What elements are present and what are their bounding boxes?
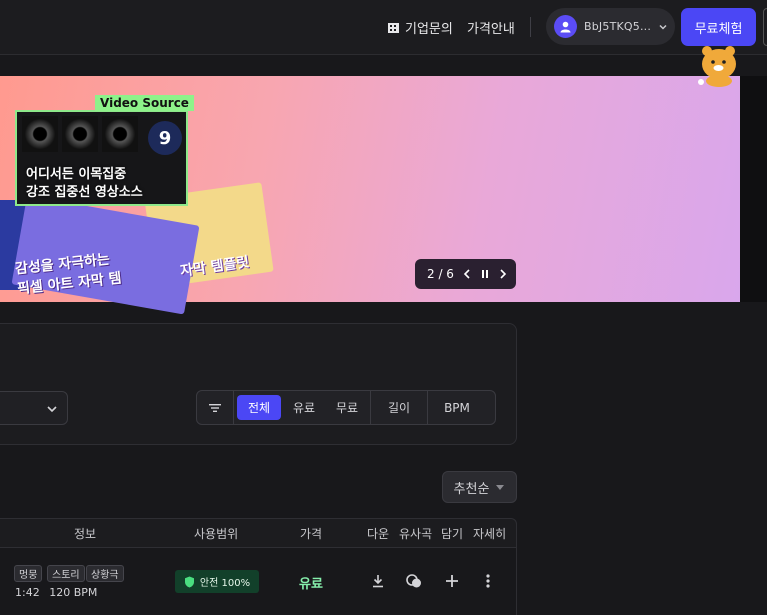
tag-chip[interactable]: 멍뭉 <box>14 565 43 582</box>
chevron-down-icon <box>659 24 667 30</box>
filter-icon <box>209 403 221 412</box>
download-button[interactable] <box>368 571 388 591</box>
more-vertical-icon <box>486 574 490 588</box>
column-header-save: 담기 <box>441 527 464 541</box>
more-details-button[interactable] <box>478 571 498 591</box>
download-icon <box>373 575 383 588</box>
pricing-link[interactable]: 가격안내 <box>467 18 515 37</box>
slide-counter: 2 / 6 <box>427 267 454 281</box>
user-menu-button[interactable]: BbJ5TKQ5... <box>546 8 675 45</box>
tab-paid[interactable]: 유료 <box>284 391 324 424</box>
chevron-down-icon <box>47 406 57 413</box>
price-label: 유료 <box>299 577 323 592</box>
mascot-character-icon <box>698 46 736 87</box>
segment-divider <box>233 391 234 424</box>
slide-controller: 2 / 6 <box>415 259 516 289</box>
video-source-title: 어디서든 이목집중 강조 집중선 영상소스 <box>26 166 143 202</box>
usage-safe-label: 안전 100% <box>199 578 251 589</box>
pause-icon[interactable] <box>480 268 490 280</box>
filter-settings-button[interactable] <box>197 391 233 424</box>
enterprise-inquiry-label: 기업문의 <box>405 22 453 37</box>
burst-thumb <box>102 116 138 152</box>
next-slide-icon[interactable] <box>498 268 508 280</box>
similar-tracks-button[interactable] <box>404 571 424 591</box>
burst-thumb <box>62 116 98 152</box>
burst-thumb <box>22 116 58 152</box>
video-title-line1: 어디서든 이목집중 <box>26 167 127 182</box>
track-meta: 1:42 120 BPM <box>15 586 97 599</box>
column-header-price: 가격 <box>300 527 323 541</box>
add-to-collection-button[interactable] <box>442 571 462 591</box>
shield-icon <box>184 576 194 587</box>
usage-safe-badge: 안전 100% <box>175 570 259 593</box>
filter-panel <box>0 323 517 445</box>
prev-slide-icon[interactable] <box>462 268 472 280</box>
tab-free[interactable]: 무료 <box>324 391 370 424</box>
user-avatar-icon <box>554 15 577 38</box>
category-select[interactable] <box>0 391 68 425</box>
tag-chip[interactable]: 상황극 <box>86 565 124 582</box>
column-header-info: 정보 <box>74 527 97 541</box>
column-header-download: 다운 <box>367 527 390 541</box>
header-divider <box>530 17 531 37</box>
overflow-edge <box>763 8 767 46</box>
tab-all[interactable]: 전체 <box>237 395 281 420</box>
sort-dropdown[interactable]: 추천순 <box>442 471 517 503</box>
column-header-details: 자세히 <box>473 527 507 541</box>
building-icon <box>388 23 399 33</box>
tab-length[interactable]: 길이 <box>371 391 427 424</box>
track-bpm: 120 BPM <box>49 586 98 599</box>
similar-circles-icon <box>406 574 421 588</box>
video-count-badge: 9 <box>148 121 182 155</box>
banner-next-peek <box>740 76 767 302</box>
tab-bpm[interactable]: BPM <box>428 391 486 424</box>
video-source-tag: Video Source <box>95 95 194 111</box>
caret-down-icon <box>496 485 505 490</box>
enterprise-inquiry-link[interactable]: 기업문의 <box>387 18 453 37</box>
filter-segment-group: 전체 유료 무료 길이 BPM <box>196 390 496 425</box>
tag-chip[interactable]: 스토리 <box>47 565 85 582</box>
plus-icon <box>446 575 458 587</box>
sort-label: 추천순 <box>453 481 490 497</box>
track-duration: 1:42 <box>15 586 40 599</box>
user-name: BbJ5TKQ5... <box>584 20 652 33</box>
column-header-similar: 유사곡 <box>399 527 433 541</box>
column-header-usage: 사용범위 <box>194 527 239 541</box>
video-title-line2: 강조 집중선 영상소스 <box>26 185 143 200</box>
pricing-label: 가격안내 <box>467 22 515 37</box>
